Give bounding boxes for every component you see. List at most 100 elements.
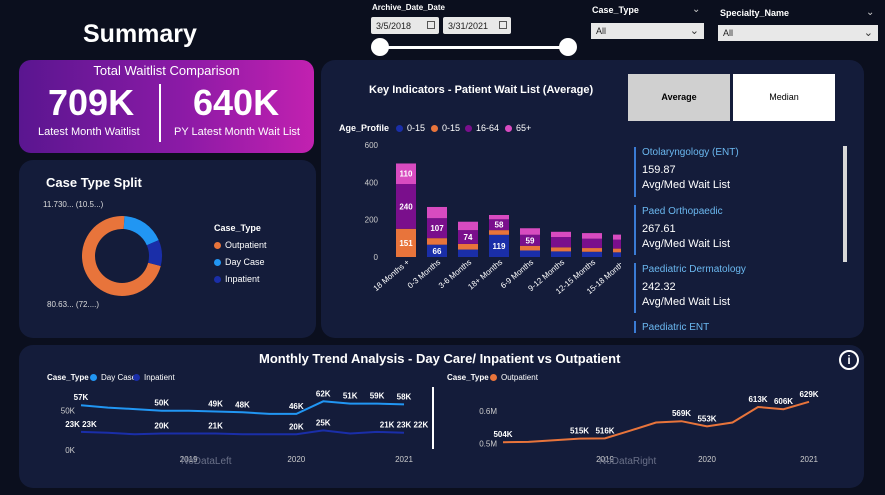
line-data-label: 62K <box>316 389 331 398</box>
specialty-list-scrollbar[interactable] <box>843 146 847 262</box>
bar-segment[interactable] <box>551 247 571 252</box>
legend-item-age-0-15-a[interactable]: 0-15 <box>396 123 425 133</box>
legend-item-outpatient[interactable]: Outpatient <box>490 373 538 382</box>
bar-segment[interactable] <box>427 206 447 219</box>
trend-divider <box>432 387 434 449</box>
date-slider-end-handle[interactable] <box>559 38 577 56</box>
legend-dot <box>490 374 497 381</box>
legend-item-day-case[interactable]: Day Case <box>214 257 265 267</box>
bar-data-label: 66 <box>433 247 442 256</box>
bar-segment[interactable] <box>520 250 540 257</box>
case-type-split-card: Case Type Split 11.730... (10.5...) 80.6… <box>19 160 316 338</box>
x-tick-label: 2021 <box>800 455 818 464</box>
bar-segment[interactable] <box>551 231 571 238</box>
end-date-input[interactable]: 3/31/2021 <box>443 17 511 34</box>
y-tick-label: 600 <box>365 141 379 150</box>
bar-segment[interactable] <box>613 252 621 257</box>
legend-dot <box>90 374 97 381</box>
chevron-down-icon[interactable]: ⌄ <box>692 4 700 15</box>
legend-item-inpatient[interactable]: Inpatient <box>133 373 175 382</box>
bar-segment[interactable] <box>427 238 447 245</box>
date-slider-start-handle[interactable] <box>371 38 389 56</box>
line-data-label: 606K <box>774 397 793 406</box>
bar-segment[interactable] <box>613 234 621 240</box>
line-data-label: 516K <box>595 426 614 435</box>
bar-segment[interactable] <box>520 228 540 235</box>
specialty-value: All <box>723 28 734 38</box>
bar-segment[interactable] <box>582 233 602 239</box>
median-toggle-button[interactable]: Median <box>733 74 835 121</box>
line-data-label: 553K <box>697 414 716 423</box>
average-toggle-button[interactable]: Average <box>628 74 730 121</box>
bar-segment[interactable] <box>551 251 571 257</box>
monthly-trend-card: Monthly Trend Analysis - Day Care/ Inpat… <box>19 345 864 488</box>
line-data-label: 50K <box>154 399 169 408</box>
bar-segment[interactable] <box>613 248 621 253</box>
line-data-label: 49K <box>208 400 223 409</box>
calendar-icon[interactable] <box>427 21 435 29</box>
bar-data-label: 58 <box>495 221 504 230</box>
specialty-name[interactable]: Otolaryngology (ENT) <box>642 147 739 158</box>
bar-segment[interactable] <box>458 243 478 250</box>
case-type-value: All <box>596 26 607 36</box>
waitlist-comparison-card: Total Waitlist Comparison 709K Latest Mo… <box>19 60 314 153</box>
case-type-filter-label: Case_Type <box>592 5 639 15</box>
x-tick-label: 2020 <box>698 455 716 464</box>
bar-segment[interactable] <box>582 248 602 252</box>
line-data-label: 20K <box>289 422 304 431</box>
key-indicators-title: Key Indicators - Patient Wait List (Aver… <box>369 84 594 96</box>
specialty-name[interactable]: Paediatric ENT <box>642 322 709 333</box>
info-icon[interactable]: i <box>839 350 859 370</box>
bar-segment[interactable] <box>489 215 509 220</box>
line-data-label: 613K <box>748 395 767 404</box>
bar-segment[interactable] <box>520 245 540 251</box>
legend-label: 0-15 <box>442 123 461 133</box>
bar-segment[interactable] <box>489 230 509 235</box>
end-date-value: 3/31/2021 <box>448 21 489 31</box>
bar-segment[interactable] <box>458 249 478 257</box>
start-date-input[interactable]: 3/5/2018 <box>371 17 439 34</box>
series-line[interactable] <box>80 429 405 436</box>
day-inpatient-trend-chart: 50K0K2019 2020 202157K50K 49K 48K 46K62K 51K 59… <box>61 389 429 467</box>
legend-item-age-0-15-b[interactable]: 0-15 <box>431 123 460 133</box>
specialty-dropdown[interactable]: All ⌄ <box>718 25 878 41</box>
chevron-down-icon[interactable]: ⌄ <box>866 7 874 18</box>
legend-label: 16-64 <box>476 123 500 133</box>
case-type-dropdown[interactable]: All ⌄ <box>591 23 704 39</box>
bar-data-label: 119 <box>493 242 506 251</box>
x-tick-label: 0-3 Months <box>406 258 442 291</box>
legend-item-outpatient[interactable]: Outpatient <box>214 240 267 250</box>
wait-list-bar-chart: 15124011018 Months +661070-3 Months743-6… <box>365 141 621 296</box>
date-filter-label: Archive_Date_Date <box>372 3 445 12</box>
legend-item-inpatient[interactable]: Inpatient <box>214 274 260 284</box>
bar-segment[interactable] <box>582 251 602 257</box>
bar-data-label: 240 <box>399 202 413 211</box>
specialty-name[interactable]: Paediatric Dermatology <box>642 264 746 275</box>
y-tick-label: 0.5M <box>479 440 497 449</box>
calendar-icon[interactable] <box>499 21 507 29</box>
series-line[interactable] <box>502 400 810 444</box>
line-data-label: 58K <box>397 392 412 401</box>
specialty-value: 159.87 <box>642 164 676 176</box>
bar-segment[interactable] <box>613 239 621 249</box>
legend-dot <box>214 242 221 249</box>
py-month-value: 640K <box>193 82 280 123</box>
specialty-accent-bar <box>634 321 636 333</box>
outpatient-trend-chart: 0.6M0.5M2019 2020 2021504K 515K 516K569K553K… <box>479 390 819 467</box>
case-split-title: Case Type Split <box>46 175 142 190</box>
date-slider-track[interactable] <box>380 46 568 49</box>
legend-label: Inpatient <box>225 274 260 284</box>
specialty-name[interactable]: Paed Orthopaedic <box>642 206 723 217</box>
legend-item-day-case[interactable]: Day Case <box>90 373 136 382</box>
bar-segment[interactable] <box>458 221 478 231</box>
specialty-sub: Avg/Med Wait List <box>642 179 731 191</box>
donut-slice[interactable] <box>123 216 159 246</box>
legend-item-age-16-64[interactable]: 16-64 <box>465 123 499 133</box>
legend-dot <box>214 259 221 266</box>
legend-label: Outpatient <box>501 373 538 382</box>
line-data-label: 51K <box>343 392 358 401</box>
bar-segment[interactable] <box>582 238 602 249</box>
bar-segment[interactable] <box>551 237 571 248</box>
legend-item-age-65-plus[interactable]: 65+ <box>505 123 531 133</box>
line-data-label: 21K <box>208 422 223 431</box>
